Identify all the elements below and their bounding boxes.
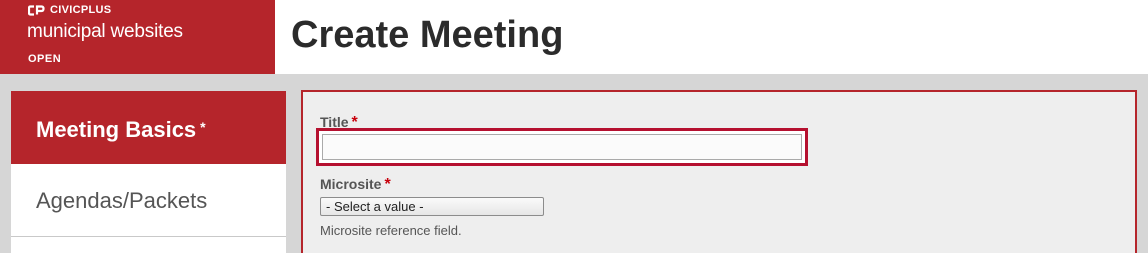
required-indicator: *: [200, 119, 206, 135]
meeting-basics-form: Title * Microsite * - Select a value - Mic…: [301, 90, 1137, 253]
microsite-select-value: - Select a value -: [326, 199, 424, 214]
required-indicator: *: [384, 176, 391, 193]
logo-wordmark: CIVICPLUS: [50, 4, 112, 16]
page-title: Create Meeting: [291, 14, 564, 56]
sidebar-item-label: Meeting Basics: [36, 117, 197, 142]
microsite-select[interactable]: - Select a value -: [320, 197, 544, 216]
microsite-help-text: Microsite reference field.: [320, 223, 462, 238]
meeting-sections-nav: Meeting Basics * Agendas/Packets: [11, 91, 286, 253]
microsite-field-label: Microsite *: [320, 176, 391, 194]
title-input-focus-ring: [316, 128, 808, 166]
sidebar-item-agendas-packets[interactable]: Agendas/Packets: [11, 164, 286, 237]
brand-block[interactable]: CIVICPLUS municipal websites OPEN: [0, 0, 275, 74]
product-name: municipal websites: [27, 21, 183, 42]
civicplus-logo: CIVICPLUS: [28, 4, 111, 16]
sidebar-item-meeting-basics[interactable]: Meeting Basics *: [11, 91, 286, 164]
site-status-label: OPEN: [28, 53, 62, 65]
title-input[interactable]: [322, 134, 802, 160]
sidebar-item-label: Agendas/Packets: [36, 188, 208, 213]
civicplus-logo-icon: [28, 4, 45, 16]
page-header: Create Meeting: [275, 0, 1148, 74]
microsite-label-text: Microsite: [320, 176, 382, 192]
